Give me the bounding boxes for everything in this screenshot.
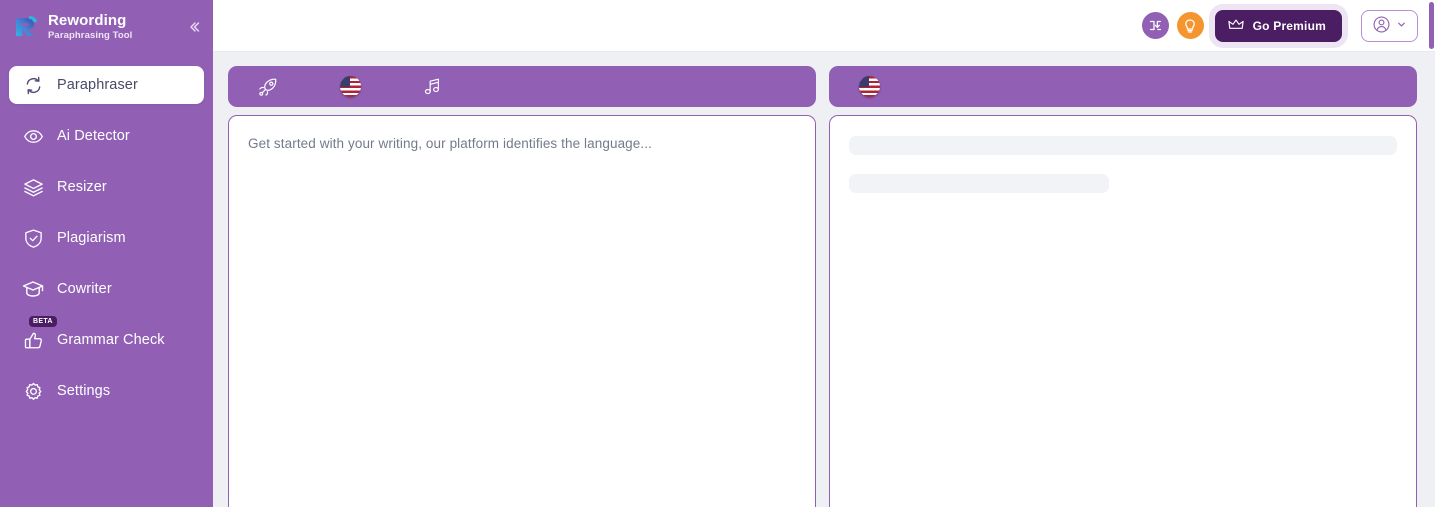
sidebar-item-label: Grammar Check [57, 332, 165, 348]
go-premium-label: Go Premium [1252, 18, 1326, 33]
us-flag-icon[interactable] [846, 72, 892, 102]
topbar: Go Premium [213, 0, 1435, 52]
output-panel-toolbar [829, 66, 1417, 107]
app-subtitle: Paraphrasing Tool [48, 29, 133, 41]
download-import-icon[interactable] [1141, 12, 1169, 39]
sidebar-item-label: Settings [57, 383, 111, 399]
graduation-cap-icon [21, 277, 45, 301]
sidebar-item-grammar-check[interactable]: BETA Grammar Check [9, 316, 204, 359]
sidebar-item-label: Paraphraser [57, 77, 138, 93]
topbar-actions: Go Premium [1141, 9, 1418, 42]
sidebar: Rewording Paraphrasing Tool Paraphraser [0, 0, 213, 507]
output-panel [829, 66, 1417, 507]
thumbs-up-icon: BETA [21, 316, 57, 352]
rocket-icon[interactable] [245, 72, 291, 102]
workspace: Get started with your writing, our platf… [213, 52, 1435, 507]
rewording-r-logo [8, 10, 42, 44]
sidebar-item-plagiarism[interactable]: Plagiarism [9, 219, 204, 257]
lightbulb-icon[interactable] [1176, 12, 1204, 39]
page-scrollbar[interactable] [1428, 0, 1435, 507]
music-note-icon[interactable] [409, 72, 455, 102]
app-title: Rewording [48, 12, 127, 30]
skeleton-line [849, 174, 1110, 193]
eye-icon [21, 124, 45, 148]
input-panel: Get started with your writing, our platf… [228, 66, 816, 507]
chevron-down-icon [1396, 18, 1407, 33]
beta-badge: BETA [29, 316, 57, 327]
flag-graphic [339, 76, 361, 97]
sidebar-item-paraphraser[interactable]: Paraphraser [9, 66, 204, 104]
sidebar-nav: Paraphraser Ai Detector Resizer Plagiari… [0, 54, 213, 507]
shield-check-icon [21, 226, 45, 250]
sidebar-item-resizer[interactable]: Resizer [9, 168, 204, 206]
brand-header: Rewording Paraphrasing Tool [0, 0, 213, 54]
main-area: Go Premium Get started with your writing… [213, 0, 1435, 507]
layers-icon [21, 175, 45, 199]
gear-icon [21, 379, 45, 403]
flag-graphic [858, 76, 880, 97]
sidebar-item-cowriter[interactable]: Cowriter [9, 270, 204, 308]
chevron-double-left-icon[interactable] [185, 18, 203, 36]
refresh-cycle-icon [21, 73, 45, 97]
crown-icon [1227, 18, 1244, 34]
skeleton-line [849, 136, 1397, 155]
input-editor[interactable]: Get started with your writing, our platf… [228, 115, 816, 507]
sidebar-item-label: Plagiarism [57, 230, 126, 246]
us-flag-icon[interactable] [327, 72, 373, 102]
scrollbar-thumb[interactable] [1429, 2, 1434, 49]
sidebar-item-settings[interactable]: Settings [9, 372, 204, 410]
sidebar-item-ai-detector[interactable]: Ai Detector [9, 117, 204, 155]
sidebar-item-label: Resizer [57, 179, 107, 195]
user-avatar-icon [1372, 15, 1391, 37]
sidebar-item-label: Ai Detector [57, 128, 130, 144]
input-panel-toolbar [228, 66, 816, 107]
brand-text-group: Rewording Paraphrasing Tool [48, 13, 132, 41]
input-editor-placeholder: Get started with your writing, our platf… [248, 136, 652, 151]
output-editor[interactable] [829, 115, 1417, 507]
account-menu-button[interactable] [1361, 9, 1418, 42]
sidebar-item-label: Cowriter [57, 281, 112, 297]
go-premium-button[interactable]: Go Premium [1214, 9, 1342, 42]
